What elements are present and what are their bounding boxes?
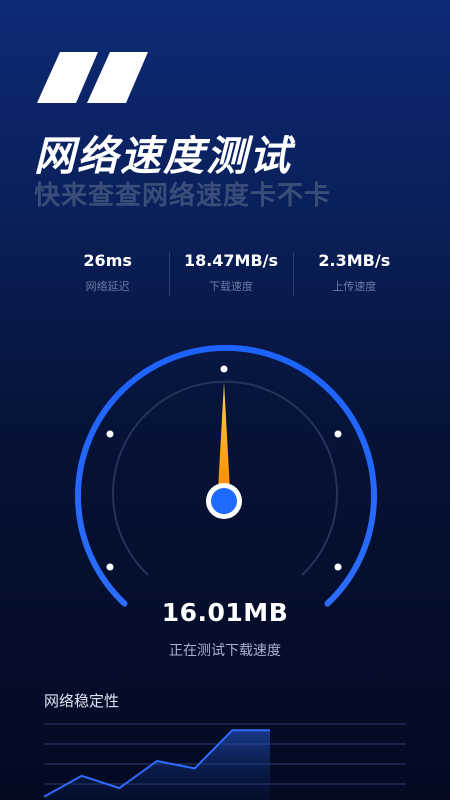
page-title: 网络速度测试 — [34, 132, 292, 180]
gauge-hub — [211, 488, 237, 514]
download-value: 18.47MB/s — [183, 251, 279, 270]
speed-test-status: 正在测试下载速度 — [169, 643, 281, 659]
stability-area — [44, 730, 270, 800]
stability-chart — [44, 723, 406, 800]
gauge-needle — [218, 382, 230, 490]
gauge-tick — [334, 563, 342, 571]
gauge-tick — [106, 430, 114, 438]
speed-gauge — [75, 344, 377, 607]
stat-upload: 2.3MB/s 上传速度 — [292, 250, 416, 300]
page-subtitle: 快来查查网络速度卡不卡 — [34, 181, 332, 211]
current-speed-value: 16.01MB — [161, 598, 289, 627]
quote-mark-icon — [37, 52, 148, 103]
stat-latency: 26ms 网络延迟 — [46, 250, 169, 300]
download-label: 下载速度 — [208, 280, 253, 293]
upload-value: 2.3MB/s — [318, 251, 391, 270]
stability-title: 网络稳定性 — [44, 692, 120, 710]
speed-stats: 26ms 网络延迟 18.47MB/s 下载速度 2.3MB/s 上传速度 — [46, 250, 416, 300]
upload-label: 上传速度 — [332, 280, 377, 293]
stat-download: 18.47MB/s 下载速度 — [169, 250, 292, 300]
gauge-tick — [334, 430, 342, 438]
gauge-tick — [220, 365, 228, 373]
latency-label: 网络延迟 — [85, 280, 130, 293]
latency-value: 26ms — [83, 251, 132, 270]
gauge-tick — [106, 563, 114, 571]
